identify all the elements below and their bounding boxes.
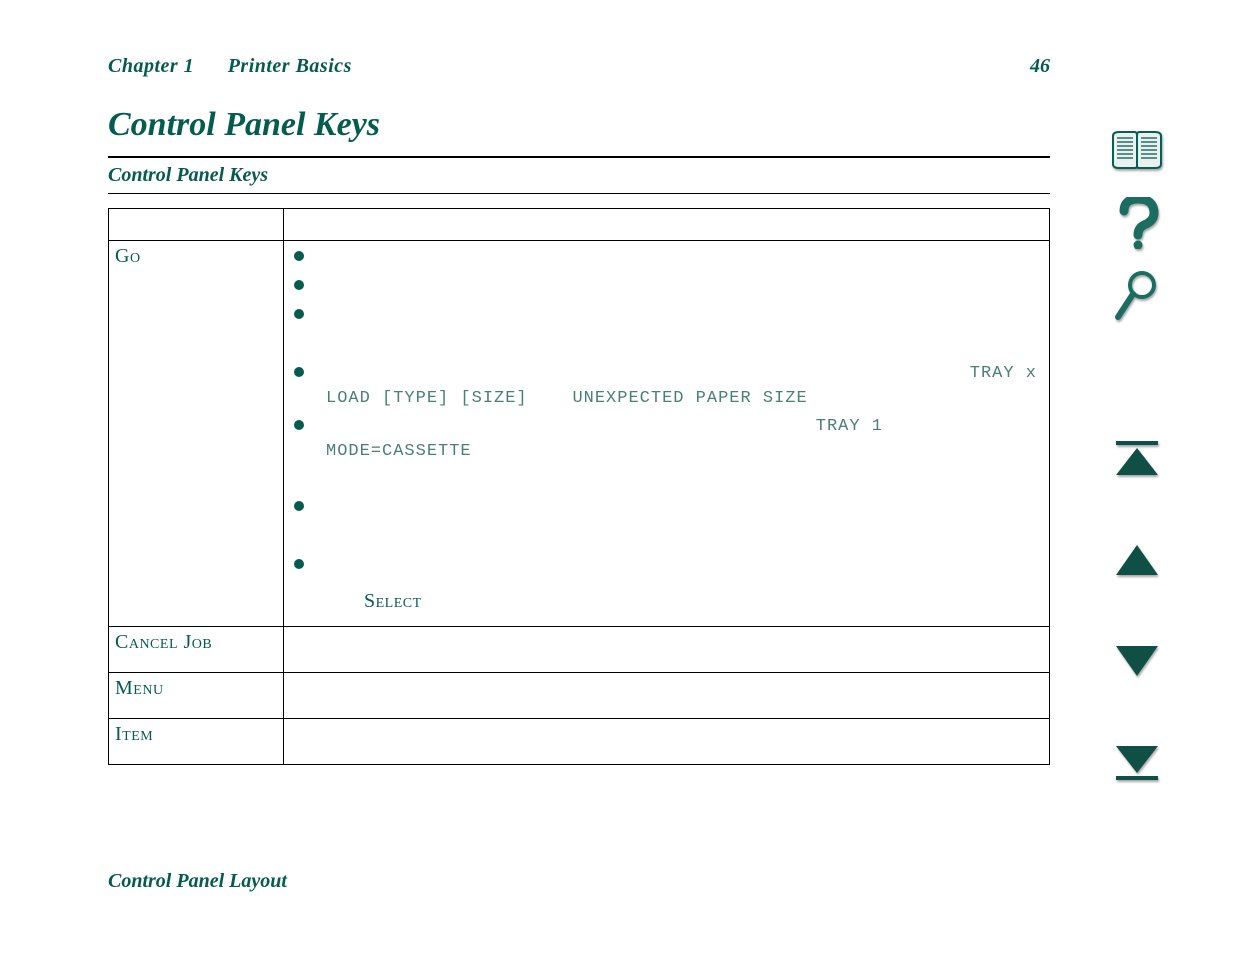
page-header: Chapter 1 Printer Basics 46 [108,55,1050,78]
go-prev-icon[interactable] [1107,532,1167,587]
bullet-spacer [294,466,1043,493]
go-last-icon[interactable] [1107,734,1167,789]
bullet-item [294,274,1043,301]
help-icon[interactable] [1107,195,1167,250]
bullet-item: TRAY x LOAD [TYPE] [SIZE] UNEXPECTED PAP… [294,361,1043,412]
bullet-spacer [294,524,1043,551]
footer-link[interactable]: Control Panel Layout [108,870,287,893]
key-item: Item [115,723,153,745]
rule-thin [108,193,1050,194]
page-number: 46 [1030,55,1050,78]
unexpected-text: UNEXPECTED PAPER SIZE [572,389,807,408]
table-header-row [109,209,1050,241]
main-title: Control Panel Keys [108,106,1050,144]
table-row: Cancel Job [109,627,1050,673]
select-key: Select [364,590,422,612]
bullet-item [294,553,1043,580]
key-cancel-job: Cancel Job [115,631,212,653]
keys-table: Go TRAY x LOAD [TYPE] [SIZE] UNEXPECTED … [108,208,1050,765]
bullet-item [294,245,1043,272]
tray-1-text: TRAY 1 [816,414,883,440]
key-go: Go [115,245,141,267]
page-content: Chapter 1 Printer Basics 46 Control Pane… [108,55,1050,765]
go-first-icon[interactable] [1107,431,1167,486]
table-row: Item [109,719,1050,765]
search-icon[interactable] [1107,268,1167,323]
table-row: Menu [109,673,1050,719]
bullet-item [294,495,1043,522]
tray-x-text: TRAY x [970,361,1037,387]
load-text: LOAD [TYPE] [SIZE] [326,389,528,408]
key-menu: Menu [115,677,164,699]
bullet-spacer [294,332,1043,359]
bullet-item: TRAY 1 MODE=CASSETTE [294,414,1043,465]
table-caption: Control Panel Keys [108,164,1050,187]
nav-rail [1101,122,1173,835]
go-next-icon[interactable] [1107,633,1167,688]
go-description: TRAY x LOAD [TYPE] [SIZE] UNEXPECTED PAP… [290,245,1043,616]
bullet-item [294,303,1043,330]
chapter-label: Chapter 1 [108,55,194,77]
mode-cassette-text: MODE=CASSETTE [316,439,1043,465]
table-row: Go TRAY x LOAD [TYPE] [SIZE] UNEXPECTED … [109,241,1050,627]
chapter-title: Chapter 1 Printer Basics [108,55,352,78]
section-label: Printer Basics [228,55,352,77]
book-icon[interactable] [1107,122,1167,177]
rule-thick [108,156,1050,158]
